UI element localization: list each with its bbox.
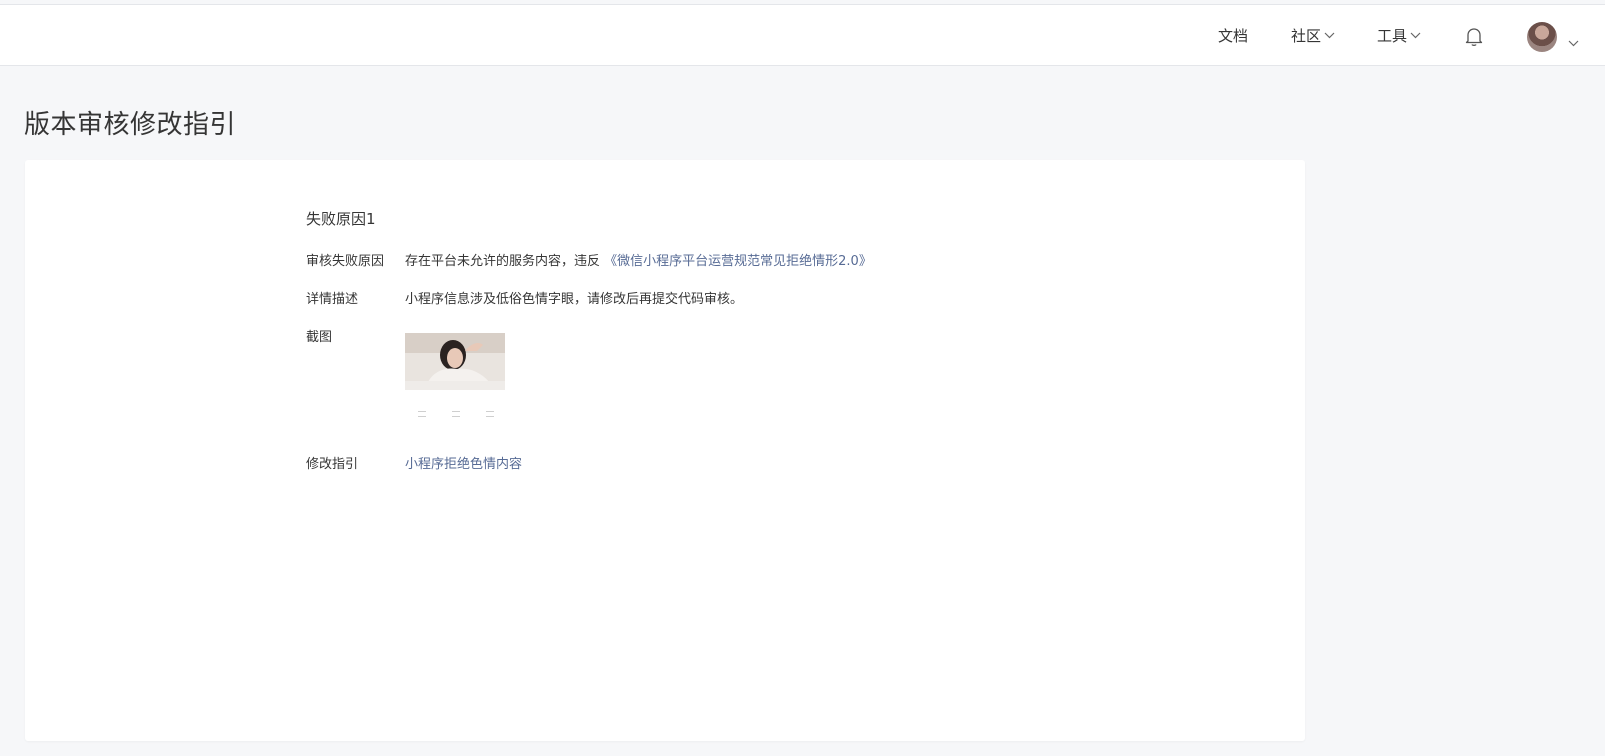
screenshot-thumbnails [418, 411, 494, 417]
nav-docs[interactable]: 文档 [1218, 5, 1248, 66]
screenshot-image[interactable] [405, 333, 505, 390]
reason-rule-link[interactable]: 《微信小程序平台运营规范常见拒绝情形2.0》 [604, 254, 872, 269]
content-card [25, 160, 1305, 741]
chevron-down-icon [1410, 32, 1421, 39]
thumbnail-item[interactable] [486, 411, 494, 417]
failure-section-title: 失败原因1 [306, 210, 376, 228]
detail-value: 小程序信息涉及低俗色情字眼，请修改后再提交代码审核。 [405, 292, 744, 307]
thumbnail-item[interactable] [452, 411, 460, 417]
detail-label: 详情描述 [306, 292, 359, 307]
reason-text: 存在平台未允许的服务内容，违反 [405, 254, 601, 269]
chevron-down-icon [1324, 32, 1335, 39]
nav-tools-label: 工具 [1377, 27, 1408, 45]
page-title: 版本审核修改指引 [24, 110, 237, 140]
nav-docs-label: 文档 [1218, 27, 1249, 45]
reason-value: 存在平台未允许的服务内容，违反 《微信小程序平台运营规范常见拒绝情形2.0》 [405, 250, 872, 269]
guide-link[interactable]: 小程序拒绝色情内容 [405, 453, 522, 472]
avatar[interactable] [1527, 22, 1557, 52]
guide-label: 修改指引 [306, 457, 359, 472]
thumbnail-item[interactable] [418, 411, 426, 417]
nav-tools[interactable]: 工具 [1377, 5, 1421, 66]
nav-community[interactable]: 社区 [1291, 5, 1335, 66]
chevron-down-icon[interactable] [1568, 32, 1579, 51]
nav-community-label: 社区 [1291, 27, 1322, 45]
bell-icon[interactable] [1464, 26, 1484, 48]
screenshot-label: 截图 [306, 330, 333, 345]
top-header: 文档 社区 工具 [0, 5, 1605, 66]
reason-label: 审核失败原因 [306, 254, 385, 269]
